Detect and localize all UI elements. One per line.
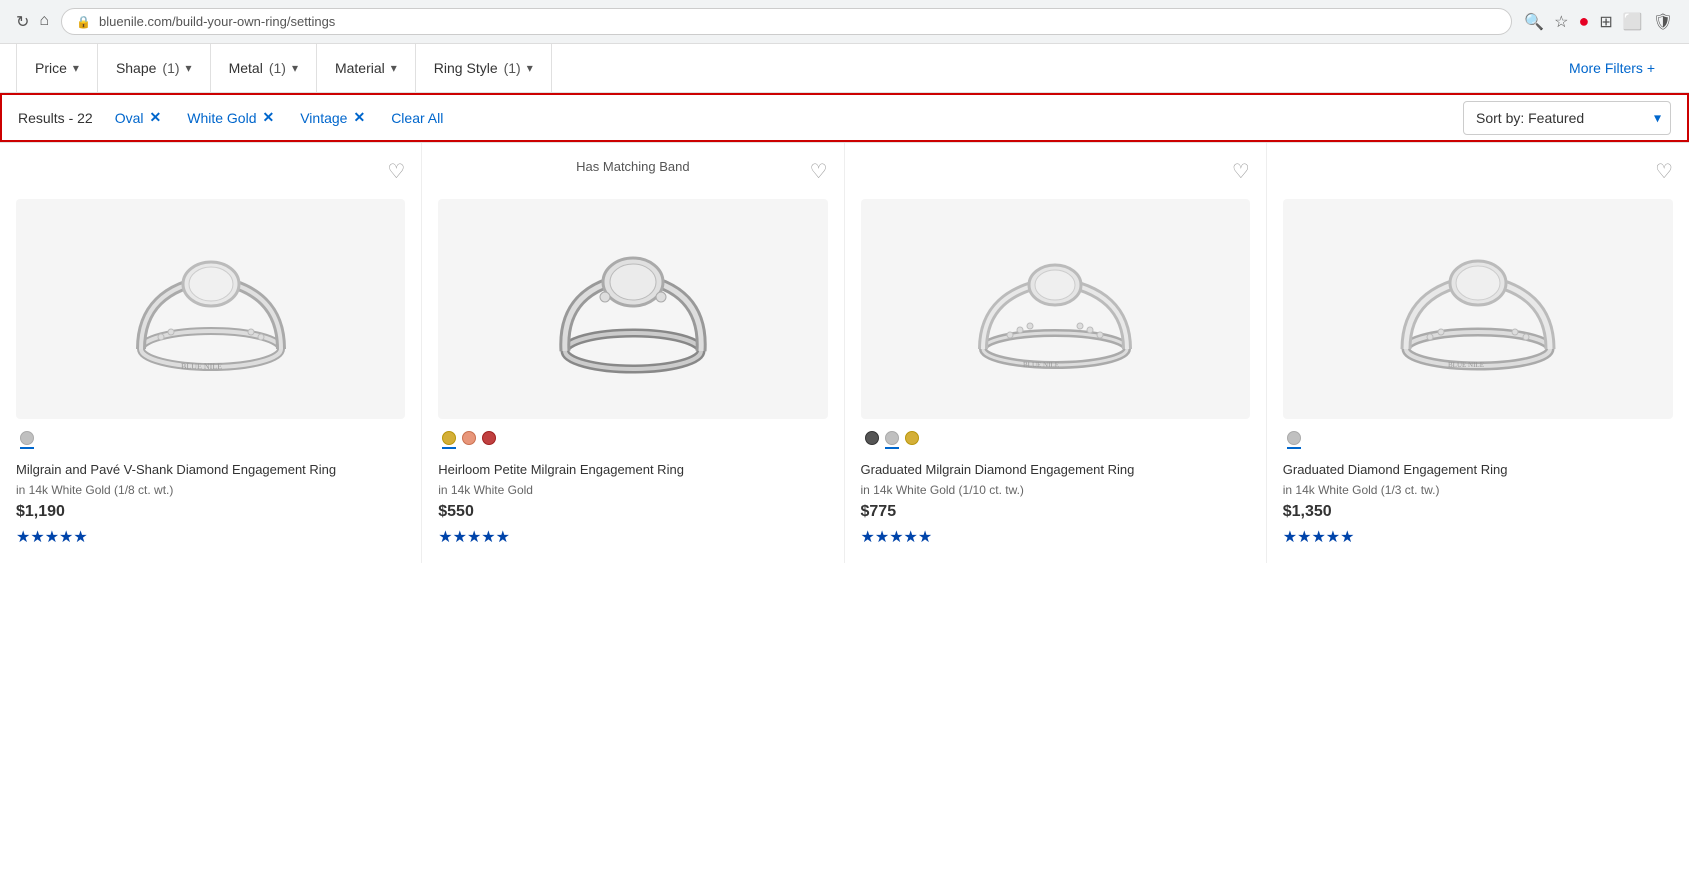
white-gold-filter-chip[interactable]: White Gold ✕ bbox=[179, 105, 282, 130]
shape-chevron-icon: ▾ bbox=[186, 61, 192, 75]
product-stars-1: ★★★★★ bbox=[16, 527, 88, 547]
color-dot-gold-2[interactable] bbox=[442, 431, 456, 449]
product-metal-4: in 14k White Gold (1/3 ct. tw.) bbox=[1283, 483, 1440, 497]
product-card-2: Has Matching Band ♡ bbox=[422, 143, 844, 563]
metal-chevron-icon: ▾ bbox=[292, 61, 298, 75]
metal-badge: (1) bbox=[269, 60, 286, 76]
color-dot-red-2[interactable] bbox=[482, 431, 496, 449]
product-image-1[interactable]: BLUE NILE bbox=[16, 199, 405, 419]
layers-icon[interactable]: ⊞ bbox=[1599, 12, 1612, 32]
color-dot-silver-4[interactable] bbox=[1287, 431, 1301, 449]
extension-icon[interactable]: ⬜ bbox=[1623, 12, 1643, 32]
clear-all-btn[interactable]: Clear All bbox=[383, 106, 451, 130]
product-stars-2: ★★★★★ bbox=[438, 527, 510, 547]
filter-bar: Price ▾ Shape (1) ▾ Metal (1) ▾ Material… bbox=[0, 44, 1689, 93]
svg-text:BLUE NILE: BLUE NILE bbox=[1448, 361, 1484, 369]
color-dot-rosegold-2[interactable] bbox=[462, 431, 476, 449]
svg-text:BLUE NILE: BLUE NILE bbox=[1023, 361, 1059, 369]
search-icon[interactable]: 🔍 bbox=[1524, 12, 1544, 32]
product-image-3[interactable]: BLUE NILE bbox=[861, 199, 1250, 419]
shield-icon[interactable]: 🛡 bbox=[1653, 12, 1673, 32]
product-price-3: $775 bbox=[861, 503, 897, 521]
color-dots-2 bbox=[438, 431, 496, 449]
color-dot-dark-3[interactable] bbox=[865, 431, 879, 449]
product-price-1: $1,190 bbox=[16, 503, 65, 521]
product-name-1: Milgrain and Pavé V-Shank Diamond Engage… bbox=[16, 461, 336, 479]
shape-label: Shape bbox=[116, 60, 156, 76]
results-count: Results - 22 bbox=[18, 110, 93, 126]
product-card-4: ♡ BLUE NILE Graduated Diamond En bbox=[1267, 143, 1689, 563]
price-label: Price bbox=[35, 60, 67, 76]
color-dot-gold-3[interactable] bbox=[905, 431, 919, 449]
ring-style-badge: (1) bbox=[504, 60, 521, 76]
active-filters-row: Results - 22 Oval ✕ White Gold ✕ Vintage… bbox=[0, 93, 1689, 142]
metal-filter-btn[interactable]: Metal (1) ▾ bbox=[211, 44, 317, 92]
price-chevron-icon: ▾ bbox=[73, 61, 79, 75]
product-name-4: Graduated Diamond Engagement Ring bbox=[1283, 461, 1508, 479]
product-image-2[interactable] bbox=[438, 199, 827, 419]
oval-chip-label: Oval bbox=[115, 110, 144, 126]
metal-label: Metal bbox=[229, 60, 263, 76]
wishlist-heart-icon-2[interactable]: ♡ bbox=[810, 159, 828, 184]
sort-select[interactable]: Sort by: Featured Sort by: Price Low to … bbox=[1463, 101, 1671, 135]
vintage-chip-label: Vintage bbox=[300, 110, 347, 126]
color-dot-silver-1[interactable] bbox=[20, 431, 34, 449]
oval-filter-chip[interactable]: Oval ✕ bbox=[107, 105, 170, 130]
white-gold-remove-icon[interactable]: ✕ bbox=[262, 109, 274, 126]
product-metal-1: in 14k White Gold (1/8 ct. wt.) bbox=[16, 483, 173, 497]
lock-icon: 🔒 bbox=[76, 15, 91, 29]
address-bar[interactable]: 🔒 bluenile.com/build-your-own-ring/setti… bbox=[61, 8, 1512, 35]
sort-row: Sort by: Featured Sort by: Price Low to … bbox=[1463, 101, 1671, 135]
product-grid: ♡ BLUE NILE Milgrain an bbox=[0, 143, 1689, 563]
svg-text:BLUE NILE: BLUE NILE bbox=[181, 362, 222, 371]
matching-band-label: Has Matching Band bbox=[576, 159, 689, 174]
color-dots-1 bbox=[16, 431, 34, 449]
browser-right-icons: 🔍 ☆ ● ⊞ ⬜ 🛡 bbox=[1524, 11, 1673, 32]
shape-filter-btn[interactable]: Shape (1) ▾ bbox=[98, 44, 211, 92]
more-filters-btn[interactable]: More Filters + bbox=[1551, 44, 1673, 92]
clear-all-label: Clear All bbox=[391, 110, 443, 126]
product-price-2: $550 bbox=[438, 503, 474, 521]
product-metal-3: in 14k White Gold (1/10 ct. tw.) bbox=[861, 483, 1024, 497]
color-dots-4 bbox=[1283, 431, 1301, 449]
color-dots-3 bbox=[861, 431, 919, 449]
vintage-remove-icon[interactable]: ✕ bbox=[353, 109, 365, 126]
product-price-4: $1,350 bbox=[1283, 503, 1332, 521]
product-stars-3: ★★★★★ bbox=[861, 527, 933, 547]
product-card-3: ♡ BLUE NILE bbox=[845, 143, 1267, 563]
product-metal-2: in 14k White Gold bbox=[438, 483, 533, 497]
product-name-2: Heirloom Petite Milgrain Engagement Ring bbox=[438, 461, 684, 479]
url-text: bluenile.com/build-your-own-ring/setting… bbox=[99, 14, 335, 29]
material-chevron-icon: ▾ bbox=[391, 61, 397, 75]
home-icon[interactable]: ⌂ bbox=[39, 12, 49, 32]
pinterest-icon[interactable]: ● bbox=[1578, 11, 1589, 32]
white-gold-chip-label: White Gold bbox=[187, 110, 256, 126]
ring-style-filter-btn[interactable]: Ring Style (1) ▾ bbox=[416, 44, 552, 92]
color-dot-silver-3[interactable] bbox=[885, 431, 899, 449]
vintage-filter-chip[interactable]: Vintage ✕ bbox=[292, 105, 373, 130]
product-card-1: ♡ BLUE NILE Milgrain an bbox=[0, 143, 422, 563]
material-label: Material bbox=[335, 60, 385, 76]
shape-badge: (1) bbox=[162, 60, 179, 76]
bookmark-icon[interactable]: ☆ bbox=[1554, 12, 1568, 32]
refresh-icon[interactable]: ↻ bbox=[16, 12, 29, 32]
price-filter-btn[interactable]: Price ▾ bbox=[16, 44, 98, 92]
ring-style-label: Ring Style bbox=[434, 60, 498, 76]
product-name-3: Graduated Milgrain Diamond Engagement Ri… bbox=[861, 461, 1135, 479]
browser-bar: ↻ ⌂ 🔒 bluenile.com/build-your-own-ring/s… bbox=[0, 0, 1689, 44]
material-filter-btn[interactable]: Material ▾ bbox=[317, 44, 416, 92]
sort-wrapper[interactable]: Sort by: Featured Sort by: Price Low to … bbox=[1463, 101, 1671, 135]
more-filters-label: More Filters + bbox=[1569, 60, 1655, 76]
wishlist-heart-icon-3[interactable]: ♡ bbox=[1232, 159, 1250, 184]
wishlist-heart-icon-1[interactable]: ♡ bbox=[387, 159, 405, 184]
wishlist-heart-icon-4[interactable]: ♡ bbox=[1655, 159, 1673, 184]
ring-style-chevron-icon: ▾ bbox=[527, 61, 533, 75]
browser-nav-icons: ↻ ⌂ bbox=[16, 12, 49, 32]
product-stars-4: ★★★★★ bbox=[1283, 527, 1355, 547]
product-image-4[interactable]: BLUE NILE bbox=[1283, 199, 1673, 419]
oval-remove-icon[interactable]: ✕ bbox=[150, 109, 162, 126]
